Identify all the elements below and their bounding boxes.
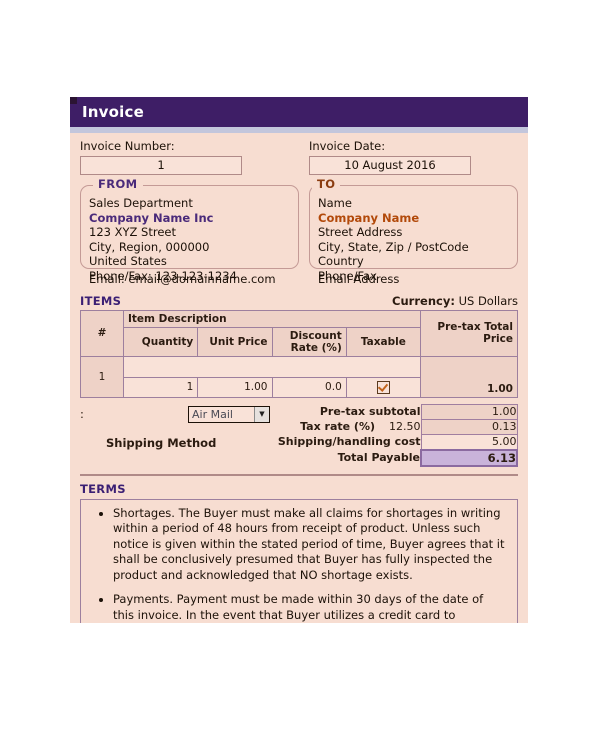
from-legend: FROM (93, 177, 143, 191)
shipping-cost-row: Shipping/handling cost 5.00 (277, 433, 518, 450)
to-line: Name (318, 196, 352, 210)
row-taxable-cell (345, 376, 422, 398)
from-box: Sales Department Company Name Inc 123 XY… (80, 185, 299, 283)
from-phone: Phone/Fax: 123-123-1234 (89, 268, 237, 283)
from-line: City, Region, 000000 (89, 239, 210, 254)
col-number: # (80, 309, 124, 357)
col-pretax-total: Pre-tax Total Price (420, 309, 518, 357)
invoice-meta: Invoice Number: 1 Invoice Date: 10 Augus… (70, 133, 528, 179)
currency-display: Currency: US Dollars (392, 294, 518, 308)
items-header-top: # Item Description Pre-tax Total Price (80, 309, 518, 357)
grand-total-value: 6.13 (420, 448, 518, 467)
subtotal-row: Pre-tax subtotal 1.00 (278, 403, 518, 420)
to-section: TO TO Name Company Name Street Address C… (299, 177, 518, 287)
tax-row: Tax rate (%) 12.50 0.13 (278, 418, 518, 435)
items-section-title: ITEMS (80, 293, 122, 308)
from-line: Sales Department (89, 196, 193, 210)
invoice-date-input[interactable]: 10 August 2016 (309, 156, 471, 175)
page-bottom-clip (0, 623, 600, 730)
parties-section: FROM FROM Sales Department Company Name … (70, 177, 528, 287)
to-line: Country (318, 254, 364, 268)
tax-rate-label: Tax rate (%) (300, 420, 375, 433)
shipping-method-group: Air Mail ▼ (188, 405, 270, 423)
to-company: Company Name (318, 210, 420, 225)
col-quantity: Quantity (122, 326, 199, 357)
from-section: FROM FROM Sales Department Company Name … (80, 177, 299, 287)
tax-amount-value: 0.13 (420, 418, 518, 435)
invoice-date-group: Invoice Date: 10 August 2016 (299, 139, 518, 175)
shipping-method-label: Shipping Method (106, 435, 217, 450)
col-taxable: Taxable (345, 326, 422, 357)
col-unit-price: Unit Price (197, 326, 273, 357)
currency-value: US Dollars (458, 293, 518, 308)
currency-label: Currency: (392, 293, 455, 308)
shipping-cost-input[interactable]: 5.00 (420, 433, 518, 450)
subtotal-value: 1.00 (420, 403, 518, 420)
to-legend: TO (312, 177, 341, 191)
shipping-method-value: Air Mail (192, 407, 233, 421)
invoice-date-label: Invoice Date: (309, 139, 386, 153)
tax-rate-group: Tax rate (%) 12.50 (278, 419, 421, 434)
tax-rate-input[interactable]: 12.50 (375, 420, 421, 433)
items-header-row: ITEMS Currency: US Dollars (70, 287, 528, 310)
shipping-stub-text: : (80, 406, 84, 421)
invoice-document: Invoice Invoice Number: 1 Invoice Date: … (70, 97, 528, 679)
to-phone: Phone/Fax (318, 268, 377, 283)
terms-section-title: TERMS (80, 481, 126, 496)
from-line: 123 XYZ Street (89, 225, 176, 239)
row-pretax-total: 1.00 (420, 355, 518, 398)
chevron-down-icon[interactable]: ▼ (254, 406, 269, 422)
subtotal-label: Pre-tax subtotal (319, 405, 421, 418)
totals-section: : Air Mail ▼ Shipping Method Pre-tax sub… (80, 403, 518, 467)
grand-total-row: Total Payable 6.13 (278, 448, 518, 467)
items-table: # Item Description Pre-tax Total Price Q… (80, 309, 518, 398)
row-description-input[interactable] (123, 355, 421, 378)
shipping-cost-label: Shipping/handling cost (277, 435, 421, 449)
table-row: 1 1.00 (80, 355, 518, 398)
invoice-number-input[interactable]: 1 (80, 156, 242, 175)
invoice-number-group: Invoice Number: 1 (80, 139, 299, 175)
page-title: Invoice (70, 97, 528, 127)
to-box: Name Company Name Street Address City, S… (309, 185, 518, 283)
from-line: United States (89, 254, 167, 268)
totals-table: Pre-tax subtotal 1.00 Tax rate (%) 12.50 … (277, 403, 518, 467)
shipping-method-select[interactable]: Air Mail ▼ (188, 405, 270, 423)
corner-marker (70, 97, 77, 104)
to-line: Street Address (318, 225, 403, 239)
to-line: City, State, Zip / PostCode (318, 239, 469, 254)
list-item: Shortages. The Buyer must make all claim… (113, 506, 507, 584)
row-number: 1 (80, 355, 124, 398)
grand-total-label: Total Payable (337, 451, 420, 464)
row-discount-input[interactable]: 0.0 (271, 376, 347, 398)
col-description: Item Description (123, 309, 421, 328)
invoice-number-label: Invoice Number: (80, 139, 175, 153)
from-company: Company Name Inc (89, 210, 214, 225)
row-quantity-input[interactable]: 1 (122, 376, 199, 398)
invoice-body: Invoice Number: 1 Invoice Date: 10 Augus… (70, 133, 528, 679)
row-unit-price-input[interactable]: 1.00 (197, 376, 273, 398)
taxable-checkbox[interactable] (376, 380, 390, 394)
col-discount-rate: Discount Rate (%) (271, 326, 347, 357)
